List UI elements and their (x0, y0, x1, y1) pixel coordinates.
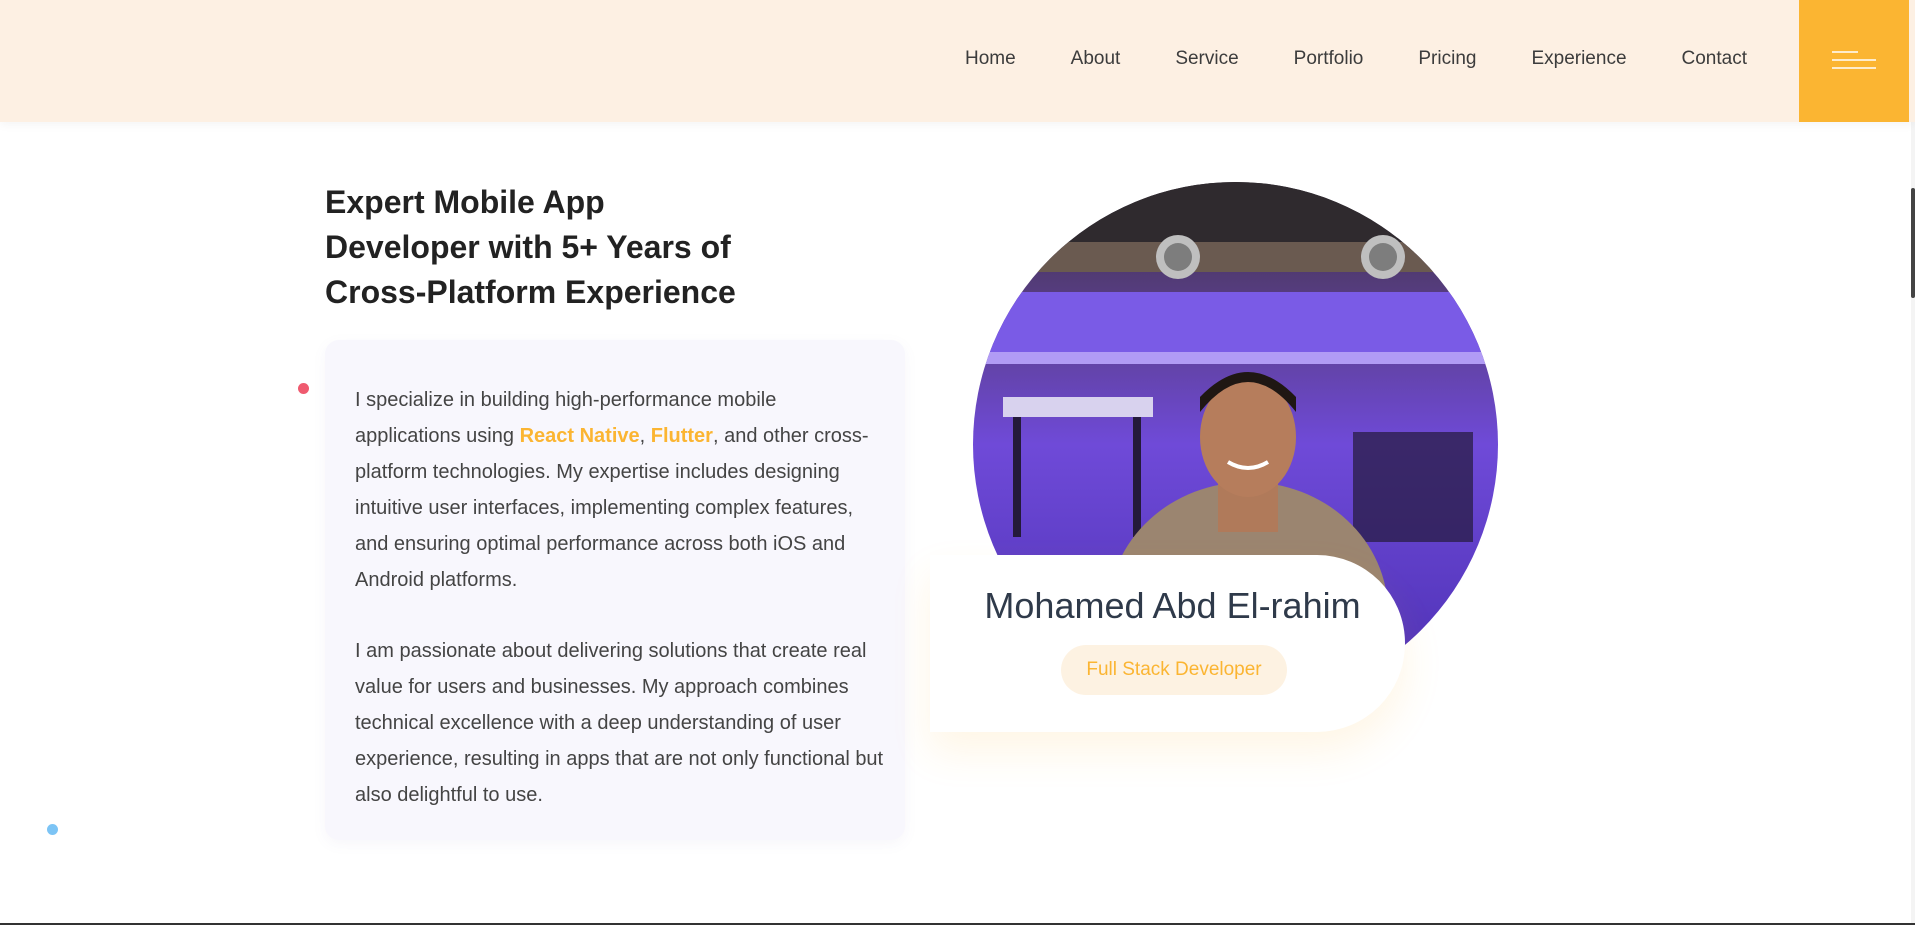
about-card: I specialize in building high-performanc… (325, 340, 905, 840)
hamburger-menu-icon (1832, 49, 1876, 73)
about-paragraph-1: I specialize in building high-performanc… (355, 382, 885, 598)
decorative-dot-blue (47, 824, 58, 835)
highlight-separator: , (639, 425, 651, 447)
profile-name-card: Mohamed Abd El-rahim Full Stack Develope… (930, 555, 1405, 732)
scrollbar-thumb[interactable] (1911, 188, 1915, 298)
highlight-flutter: Flutter (650, 425, 713, 447)
nav-link-home[interactable]: Home (965, 48, 1016, 70)
decorative-dot-red (298, 383, 309, 394)
about-paragraph-1-end: , and other cross-platform technologies.… (355, 425, 869, 591)
hero-headline: Expert Mobile App Developer with 5+ Year… (325, 184, 736, 310)
navbar: Home About Service Portfolio Pricing Exp… (0, 0, 1915, 122)
menu-button[interactable] (1799, 0, 1909, 122)
highlight-react-native: React Native (519, 425, 640, 447)
about-paragraph-2: I am passionate about delivering solutio… (355, 640, 884, 806)
nav-links: Home About Service Portfolio Pricing Exp… (910, 0, 1747, 118)
nav-link-experience[interactable]: Experience (1531, 48, 1626, 70)
nav-link-contact[interactable]: Contact (1682, 48, 1747, 70)
nav-link-about[interactable]: About (1071, 48, 1121, 70)
nav-link-pricing[interactable]: Pricing (1418, 48, 1476, 70)
nav-link-portfolio[interactable]: Portfolio (1294, 48, 1364, 70)
role-badge: Full Stack Developer (1061, 645, 1287, 695)
profile-name: Mohamed Abd El-rahim (984, 585, 1361, 626)
nav-link-service[interactable]: Service (1175, 48, 1238, 70)
